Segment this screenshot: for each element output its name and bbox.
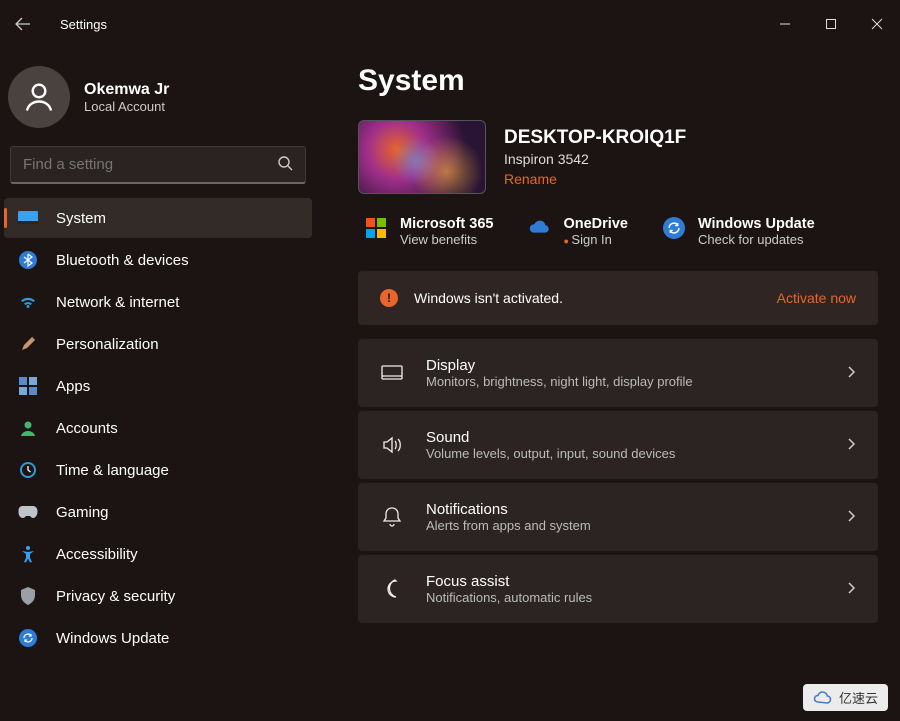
- sidebar-item-label: Privacy & security: [56, 588, 175, 605]
- link-microsoft365[interactable]: Microsoft 365 View benefits: [364, 216, 493, 247]
- sound-icon: [380, 433, 404, 457]
- device-info: DESKTOP-KROIQ1F Inspiron 3542 Rename: [358, 120, 878, 194]
- setting-title: Sound: [426, 429, 675, 446]
- accessibility-icon: [18, 544, 38, 564]
- system-icon: [18, 208, 38, 228]
- sidebar-item-privacy[interactable]: Privacy & security: [4, 576, 312, 616]
- bluetooth-icon: [18, 250, 38, 270]
- sidebar-item-label: Time & language: [56, 462, 169, 479]
- shield-icon: [18, 586, 38, 606]
- setting-title: Focus assist: [426, 573, 592, 590]
- page-title: System: [358, 64, 878, 98]
- activation-message: Windows isn't activated.: [414, 290, 563, 306]
- link-title: Windows Update: [698, 216, 815, 232]
- sidebar-item-label: Accounts: [56, 420, 118, 437]
- sidebar-item-time-language[interactable]: Time & language: [4, 450, 312, 490]
- link-title: OneDrive: [563, 216, 627, 232]
- chevron-right-icon: [846, 365, 856, 382]
- setting-title: Display: [426, 357, 693, 374]
- gamepad-icon: [18, 502, 38, 522]
- sidebar-item-personalization[interactable]: Personalization: [4, 324, 312, 364]
- sidebar-item-label: System: [56, 210, 106, 227]
- link-sub: View benefits: [400, 232, 493, 247]
- profile-section[interactable]: Okemwa Jr Local Account: [4, 58, 312, 146]
- sidebar-item-label: Accessibility: [56, 546, 138, 563]
- sidebar-item-bluetooth[interactable]: Bluetooth & devices: [4, 240, 312, 280]
- setting-sound[interactable]: Sound Volume levels, output, input, soun…: [358, 411, 878, 479]
- chevron-right-icon: [846, 581, 856, 598]
- update-icon: [662, 216, 686, 240]
- warning-icon: !: [380, 289, 398, 307]
- link-sub: Sign In: [563, 232, 627, 247]
- chevron-right-icon: [846, 437, 856, 454]
- link-onedrive[interactable]: OneDrive Sign In: [527, 216, 627, 247]
- search-box[interactable]: [10, 146, 306, 184]
- activate-now-link[interactable]: Activate now: [777, 290, 856, 306]
- chevron-right-icon: [846, 509, 856, 526]
- nav-list: System Bluetooth & devices Network & int…: [4, 198, 312, 658]
- titlebar: Settings: [0, 0, 900, 48]
- setting-sub: Volume levels, output, input, sound devi…: [426, 446, 675, 461]
- minimize-button[interactable]: [762, 8, 808, 40]
- back-button[interactable]: [6, 7, 40, 41]
- content-area: System DESKTOP-KROIQ1F Inspiron 3542 Ren…: [320, 48, 900, 721]
- setting-title: Notifications: [426, 501, 591, 518]
- watermark-text: 亿速云: [839, 688, 878, 707]
- window-controls: [762, 8, 900, 40]
- sidebar-item-windows-update[interactable]: Windows Update: [4, 618, 312, 658]
- setting-notifications[interactable]: Notifications Alerts from apps and syste…: [358, 483, 878, 551]
- sidebar-item-gaming[interactable]: Gaming: [4, 492, 312, 532]
- link-windows-update[interactable]: Windows Update Check for updates: [662, 216, 815, 247]
- globe-clock-icon: [18, 460, 38, 480]
- device-name: DESKTOP-KROIQ1F: [504, 127, 686, 149]
- close-button[interactable]: [854, 8, 900, 40]
- display-icon: [380, 361, 404, 385]
- search-icon: [277, 155, 293, 174]
- device-model: Inspiron 3542: [504, 151, 686, 167]
- setting-focus-assist[interactable]: Focus assist Notifications, automatic ru…: [358, 555, 878, 623]
- brush-icon: [18, 334, 38, 354]
- maximize-button[interactable]: [808, 8, 854, 40]
- sidebar-item-label: Personalization: [56, 336, 159, 353]
- sidebar-item-label: Gaming: [56, 504, 109, 521]
- profile-name: Okemwa Jr: [84, 81, 169, 99]
- desktop-wallpaper-thumb: [358, 120, 486, 194]
- update-icon: [18, 628, 38, 648]
- bell-icon: [380, 505, 404, 529]
- setting-display[interactable]: Display Monitors, brightness, night ligh…: [358, 339, 878, 407]
- microsoft365-icon: [364, 216, 388, 240]
- sidebar-item-label: Apps: [56, 378, 90, 395]
- sidebar-item-network[interactable]: Network & internet: [4, 282, 312, 322]
- onedrive-icon: [527, 216, 551, 240]
- setting-sub: Alerts from apps and system: [426, 518, 591, 533]
- sidebar-item-system[interactable]: System: [4, 198, 312, 238]
- link-sub: Check for updates: [698, 232, 815, 247]
- sidebar-item-accounts[interactable]: Accounts: [4, 408, 312, 448]
- sidebar-item-label: Windows Update: [56, 630, 169, 647]
- sidebar-item-accessibility[interactable]: Accessibility: [4, 534, 312, 574]
- rename-link[interactable]: Rename: [504, 171, 557, 187]
- setting-sub: Notifications, automatic rules: [426, 590, 592, 605]
- sidebar-item-apps[interactable]: Apps: [4, 366, 312, 406]
- avatar: [8, 66, 70, 128]
- apps-icon: [18, 376, 38, 396]
- sidebar: Okemwa Jr Local Account System Bluetooth…: [0, 48, 320, 721]
- quick-links: Microsoft 365 View benefits OneDrive Sig…: [358, 216, 878, 247]
- sidebar-item-label: Bluetooth & devices: [56, 252, 189, 269]
- sidebar-item-label: Network & internet: [56, 294, 179, 311]
- search-input[interactable]: [23, 156, 277, 173]
- profile-account-type: Local Account: [84, 99, 169, 114]
- wifi-icon: [18, 292, 38, 312]
- person-icon: [18, 418, 38, 438]
- link-title: Microsoft 365: [400, 216, 493, 232]
- activation-banner: ! Windows isn't activated. Activate now: [358, 271, 878, 325]
- setting-sub: Monitors, brightness, night light, displ…: [426, 374, 693, 389]
- window-title: Settings: [60, 17, 107, 32]
- moon-icon: [380, 577, 404, 601]
- watermark: 亿速云: [803, 684, 888, 711]
